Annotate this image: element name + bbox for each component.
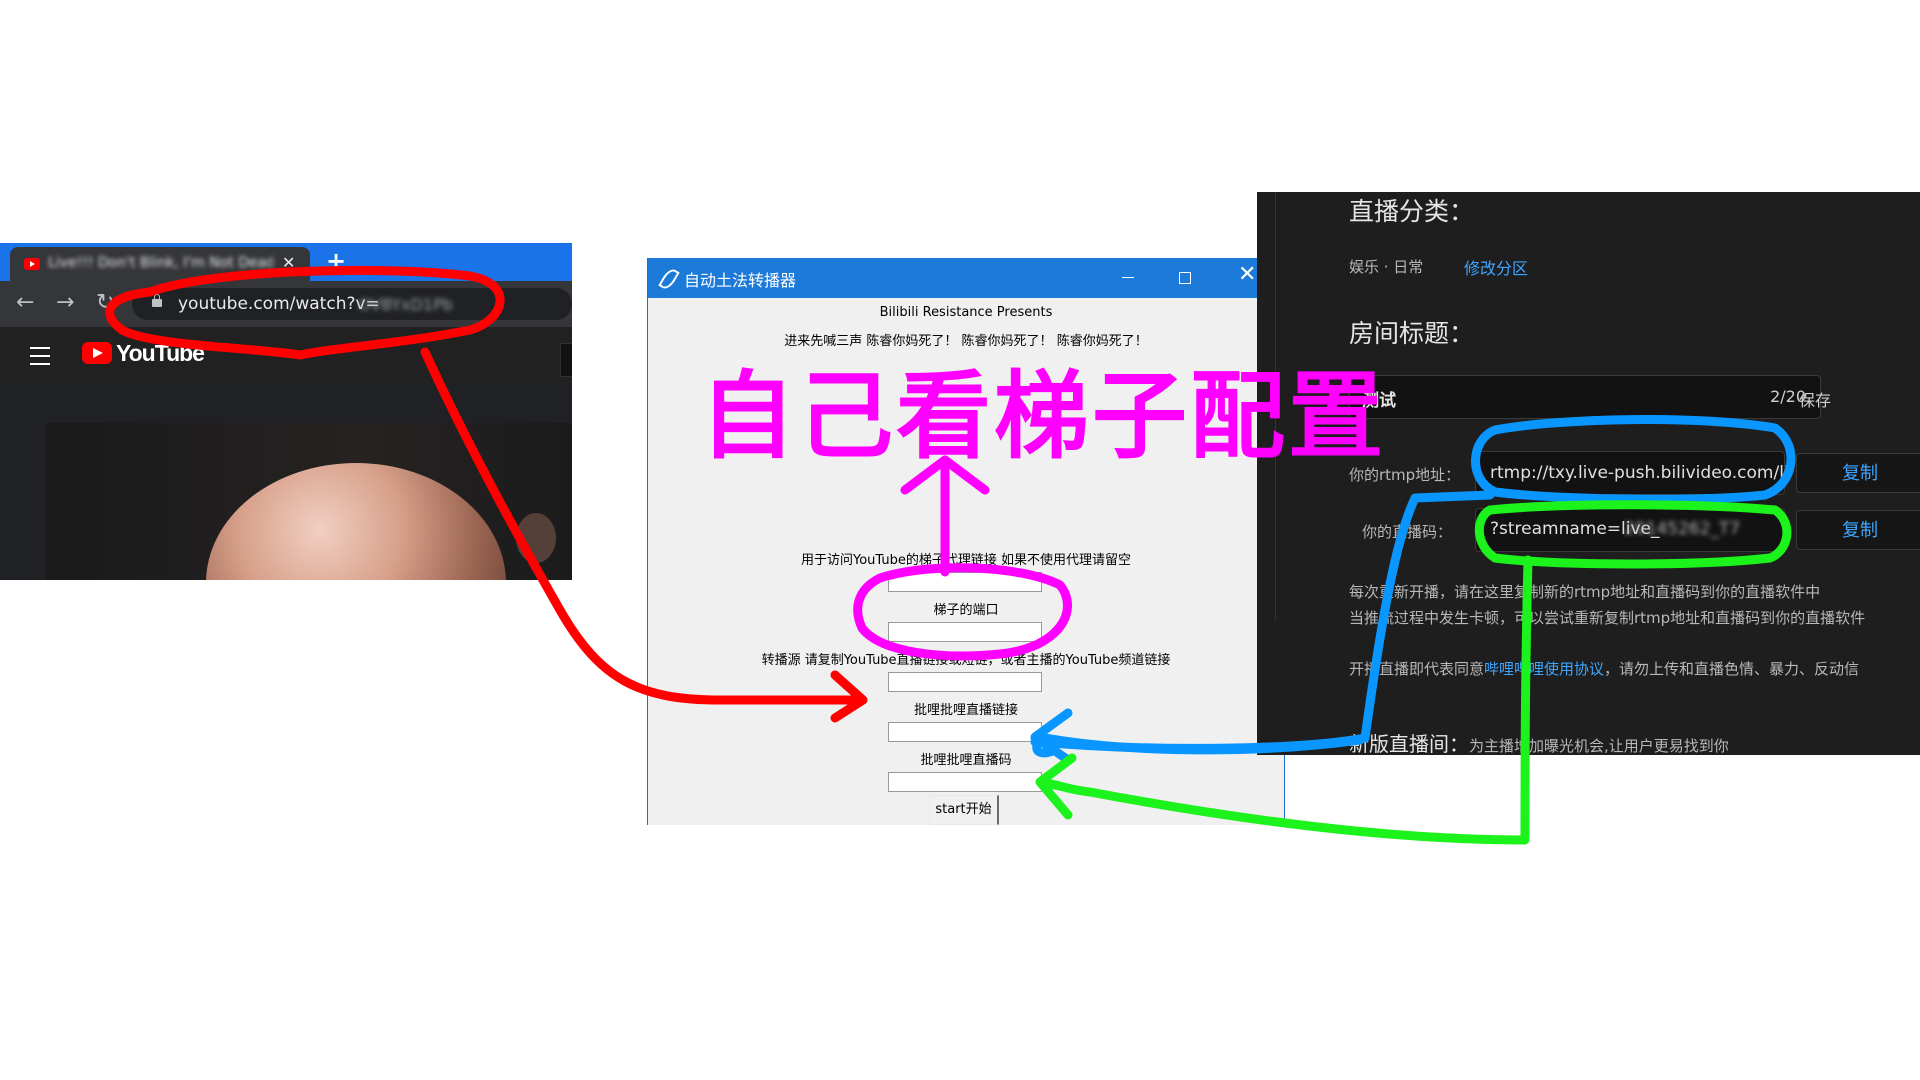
youtube-favicon-icon	[24, 258, 40, 270]
tab-title: Live!!! Don't Blink, I'm Not Dead!	[48, 255, 273, 271]
window-titlebar: 自动土法转播器 ✕	[648, 258, 1284, 298]
rtmp-value: rtmp://txy.live-push.bilivideo.com/li	[1490, 463, 1789, 483]
new-room-row: 新版直播间：为主播增加曝光机会,让用户更易找到你	[1349, 728, 1729, 755]
bili-link-label: 批哩批哩直播链接	[913, 703, 1018, 718]
save-button[interactable]: 保存	[1799, 387, 1831, 411]
close-icon[interactable]: ✕	[1238, 262, 1256, 287]
header-line-1: Bilibili Resistance Presents	[879, 305, 1053, 320]
agreement-link[interactable]: 哔哩哔哩使用协议	[1484, 660, 1604, 678]
notice-line-1: 每次重新开播，请在这里复制新的rtmp地址和直播码到你的直播软件中	[1349, 583, 1821, 601]
bili-link-input[interactable]	[888, 722, 1042, 742]
stream-key-field[interactable]: ?streamname=live_ 20145262_T7	[1475, 508, 1785, 552]
plus-icon[interactable]: +	[326, 247, 346, 275]
new-room-desc: 为主播增加曝光机会,让用户更易找到你	[1469, 737, 1729, 755]
feather-icon	[658, 266, 680, 292]
youtube-logo-icon[interactable]	[82, 342, 112, 364]
hamburger-menu-icon[interactable]	[30, 347, 50, 365]
category-heading: 直播分类：	[1349, 197, 1475, 226]
maximize-icon[interactable]	[1179, 272, 1191, 284]
change-category-link[interactable]: 修改分区	[1464, 255, 1528, 279]
browser-toolbar: ← → ↻ youtube.com/watch?v= OVBYxD1Pb	[0, 281, 572, 327]
url-text: youtube.com/watch?v=	[178, 294, 380, 314]
youtube-logo-text[interactable]: YouTube	[116, 340, 205, 367]
minimize-icon[interactable]	[1122, 277, 1134, 278]
agreement-notice: 开播直播即代表同意哔哩哔哩使用协议，请勿上传和直播色情、暴力、反动信	[1349, 658, 1859, 679]
bili-key-input[interactable]	[888, 772, 1042, 792]
proxy-label: 用于访问YouTube的梯子代理链接 如果不使用代理请留空	[801, 553, 1131, 568]
copy-rtmp-button[interactable]: 复制	[1796, 453, 1920, 493]
start-button[interactable]: start开始	[929, 795, 999, 825]
browser-tab[interactable]: Live!!! Don't Blink, I'm Not Dead! ✕	[10, 247, 310, 281]
rtmp-field[interactable]: rtmp://txy.live-push.bilivideo.com/li	[1475, 451, 1789, 495]
lock-icon	[152, 294, 162, 307]
tab-strip: Live!!! Don't Blink, I'm Not Dead! ✕ +	[0, 243, 572, 281]
stream-key-blurred: 20145262_T7	[1624, 519, 1741, 539]
new-room-heading: 新版直播间：	[1349, 732, 1469, 755]
proxy-input[interactable]	[888, 572, 1042, 592]
url-blurred-id: OVBYxD1Pb	[358, 295, 453, 314]
port-input[interactable]	[888, 622, 1042, 642]
reload-icon[interactable]: ↻	[96, 290, 114, 315]
category-value: 娱乐 · 日常	[1349, 258, 1424, 276]
bili-key-label: 批哩批哩直播码	[920, 753, 1012, 768]
copy-stream-key-button[interactable]: 复制	[1796, 510, 1920, 550]
agreement-suffix: ，请勿上传和直播色情、暴力、反动信	[1604, 660, 1860, 678]
youtube-header: YouTube	[0, 327, 572, 383]
back-arrow-icon[interactable]: ←	[16, 290, 34, 315]
address-bar[interactable]: youtube.com/watch?v= OVBYxD1Pb	[132, 288, 572, 320]
stream-key-label: 你的直播码：	[1362, 523, 1453, 541]
annotation-text: 自己看梯子配置	[700, 362, 1387, 472]
close-icon[interactable]: ✕	[282, 253, 295, 272]
notice-line-2: 当推流过程中发生卡顿，可以尝试重新复制rtmp地址和直播码到你的直播软件	[1349, 609, 1866, 627]
browser-window: Live!!! Don't Blink, I'm Not Dead! ✕ + ←…	[0, 243, 572, 580]
forward-arrow-icon[interactable]: →	[56, 290, 74, 315]
source-label: 转播源 请复制YouTube直播链接或短链，或者主播的YouTube频道链接	[761, 653, 1171, 668]
room-title-input[interactable]: 测试 2/20	[1349, 375, 1821, 419]
window-title: 自动土法转播器	[684, 271, 797, 290]
video-player[interactable]	[46, 423, 572, 580]
search-box[interactable]	[560, 343, 572, 377]
source-input[interactable]	[888, 672, 1042, 692]
agreement-prefix: 开播直播即代表同意	[1349, 660, 1485, 678]
port-label: 梯子的端口	[933, 603, 999, 618]
video-detail	[516, 513, 556, 563]
